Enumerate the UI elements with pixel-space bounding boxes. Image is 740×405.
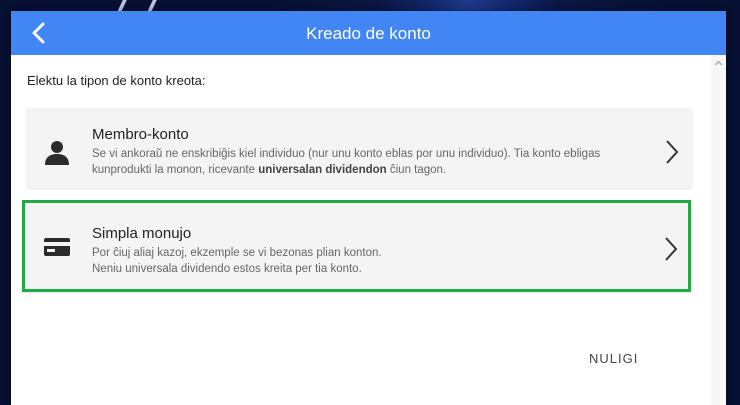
dialog-header: Kreado de konto (11, 11, 726, 55)
dialog-content: Elektu la tipon de konto kreota: Membro-… (11, 55, 711, 405)
chevron-right-icon (666, 140, 679, 164)
account-type-prompt: Elektu la tipon de konto kreota: (27, 73, 206, 88)
create-account-dialog: Kreado de konto Elektu la tipon de konto… (11, 11, 726, 405)
scroll-up-arrow-icon[interactable] (714, 59, 723, 68)
scrollbar[interactable] (711, 55, 726, 405)
chevron-right-icon (665, 237, 678, 261)
member-account-title: Membro-konto (92, 126, 189, 143)
member-account-option[interactable]: Membro-konto Se vi ankoraŭ ne enskribiĝi… (27, 108, 692, 188)
cancel-button[interactable]: NULIGI (589, 351, 638, 366)
credit-card-icon (44, 238, 70, 256)
simple-wallet-option[interactable]: Simpla monujo Por ĉiuj aliaj kazoj, ekze… (22, 200, 691, 292)
person-icon (45, 141, 69, 165)
member-account-description: Se vi ankoraŭ ne enskribiĝis kiel indivi… (92, 148, 601, 176)
simple-wallet-description: Por ĉiuj aliaj kazoj, ekzemple se vi bez… (92, 247, 382, 275)
simple-wallet-title: Simpla monujo (92, 225, 192, 242)
dialog-title: Kreado de konto (306, 24, 431, 43)
